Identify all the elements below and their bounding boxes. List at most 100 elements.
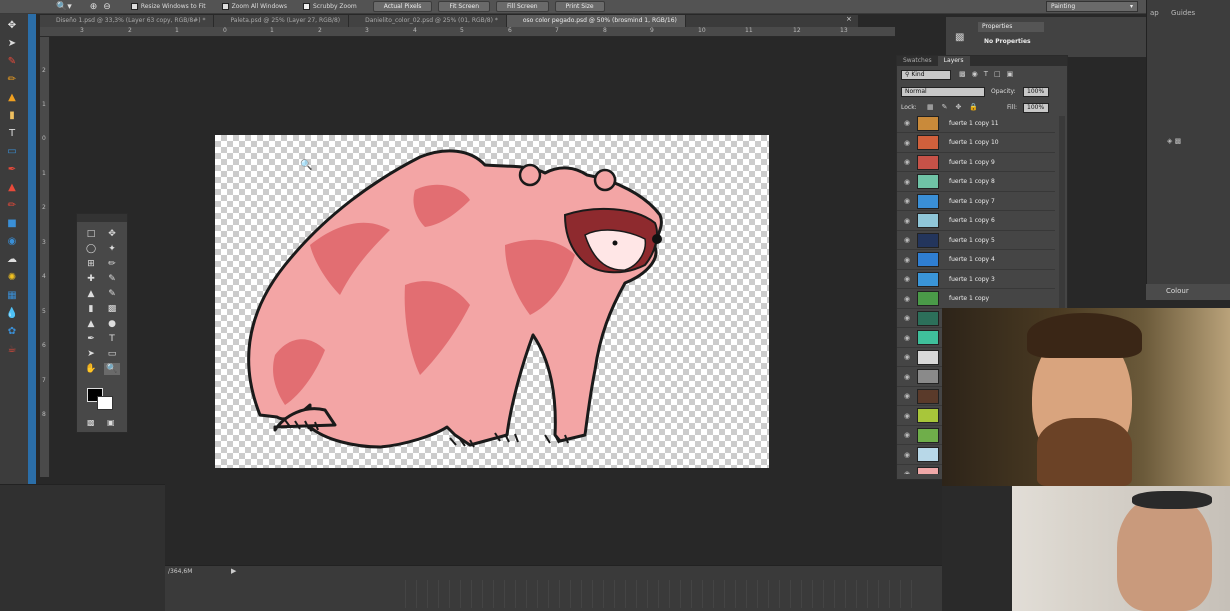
visibility-eye-icon[interactable]: ◉	[897, 236, 917, 244]
type-tool-icon[interactable]: T	[104, 333, 120, 345]
grid-icon[interactable]: ▦	[4, 288, 20, 302]
leaf-icon[interactable]: ✿	[4, 324, 20, 338]
eyedropper-icon[interactable]: ✏	[104, 258, 120, 270]
visibility-eye-icon[interactable]: ◉	[897, 139, 917, 147]
gradient-tool-icon[interactable]: ▩	[104, 303, 120, 315]
scrubby-zoom-checkbox[interactable]: Scrubby Zoom	[302, 3, 357, 10]
droplet-icon[interactable]: 💧	[4, 306, 20, 320]
zoom-tool-icon[interactable]: 🔍	[104, 363, 120, 375]
visibility-eye-icon[interactable]: ◉	[897, 431, 917, 439]
workspace-select[interactable]: Painting ▾	[1046, 1, 1138, 12]
visibility-eye-icon[interactable]: ◉	[897, 256, 917, 264]
eraser-tool-icon[interactable]: ▮	[83, 303, 99, 315]
tab-document-3[interactable]: Danielito_color_02.psd @ 25% (01, RGB/8)…	[349, 15, 507, 27]
pen-tool-icon[interactable]: ✒	[83, 333, 99, 345]
checkbox-box[interactable]	[221, 3, 229, 10]
visibility-eye-icon[interactable]: ◉	[897, 334, 917, 342]
blur-tool-icon[interactable]: ▲	[83, 318, 99, 330]
dock-icon[interactable]: ◈ ▩	[1167, 137, 1181, 145]
dodge-tool-icon[interactable]: ●	[104, 318, 120, 330]
quick-mask-icon[interactable]: ▩	[87, 418, 95, 427]
checkbox-box[interactable]	[130, 3, 138, 10]
healing-brush-icon[interactable]: ✚	[83, 273, 99, 285]
shape-tool-icon[interactable]: ▭	[104, 348, 120, 360]
tab-layers[interactable]: Layers	[937, 56, 970, 66]
layer-row[interactable]: ◉ fuerte 1 copy 10	[897, 134, 1055, 153]
layer-row[interactable]: ◉ fuerte 1 copy 7	[897, 192, 1055, 211]
play-icon[interactable]: ▶	[231, 567, 236, 575]
visibility-eye-icon[interactable]: ◉	[897, 178, 917, 186]
zoom-out-icon[interactable]: ⊖	[103, 2, 111, 12]
actual-pixels-button[interactable]: Actual Pixels	[372, 1, 433, 12]
dropper-icon[interactable]: ✏	[4, 198, 20, 212]
visibility-eye-icon[interactable]: ◉	[897, 353, 917, 361]
layer-row[interactable]: ◉ fuerte 1 copy 11	[897, 114, 1055, 133]
fill-field[interactable]: 100%	[1023, 103, 1049, 113]
pen-tool-icon[interactable]: ✒	[4, 162, 20, 176]
visibility-eye-icon[interactable]: ◉	[897, 451, 917, 459]
rectangle-tool-icon[interactable]: ▭	[4, 144, 20, 158]
opacity-field[interactable]: 100%	[1023, 87, 1049, 97]
visibility-eye-icon[interactable]: ◉	[897, 158, 917, 166]
colour-panel-tab[interactable]: Colour	[1146, 284, 1230, 300]
select-arrow-icon[interactable]: ➤	[4, 36, 20, 50]
blend-mode-select[interactable]: Normal	[901, 87, 985, 97]
clone-stamp-icon[interactable]: ▲	[83, 288, 99, 300]
eraser-icon[interactable]: ▮	[4, 108, 20, 122]
path-select-icon[interactable]: ➤	[83, 348, 99, 360]
crop-tool-icon[interactable]: ⊞	[83, 258, 99, 270]
bucket-icon[interactable]: ▲	[4, 180, 20, 194]
resize-windows-checkbox[interactable]: Resize Windows to Fit	[130, 3, 206, 10]
tab-document-1[interactable]: Diseño 1.psd @ 33,3% (Layer 63 copy, RGB…	[40, 15, 215, 27]
visibility-eye-icon[interactable]: ◉	[897, 119, 917, 127]
layer-row[interactable]: ◉ fuerte 1 copy 4	[897, 251, 1055, 270]
mug-icon[interactable]: ☕	[4, 342, 20, 356]
move-tool-icon[interactable]: ✥	[104, 228, 120, 240]
checkbox-box[interactable]	[302, 3, 310, 10]
type-tool-icon[interactable]: T	[4, 126, 20, 140]
tab-document-2[interactable]: Paleta.psd @ 25% (Layer 27, RGB/8)	[214, 15, 350, 27]
fill-screen-button[interactable]: Fill Screen	[496, 1, 549, 12]
adjust-icon[interactable]: ✺	[4, 270, 20, 284]
history-brush-icon[interactable]: ✎	[104, 288, 120, 300]
tab-document-4[interactable]: oso color pegado.psd @ 50% (brosmind 1, …	[506, 15, 686, 27]
brush-icon[interactable]: ✎	[4, 54, 20, 68]
adjust-panel-icon[interactable]: ▩	[955, 32, 964, 43]
document-canvas[interactable]	[215, 135, 769, 468]
visibility-eye-icon[interactable]: ◉	[897, 392, 917, 400]
screen-mode-icon[interactable]: ▣	[107, 418, 115, 427]
lasso-tool-icon[interactable]: ◯	[83, 243, 99, 255]
cloud-icon[interactable]: ☁	[4, 252, 20, 266]
visibility-eye-icon[interactable]: ◉	[897, 470, 917, 474]
visibility-eye-icon[interactable]: ◉	[897, 197, 917, 205]
tab-swatches[interactable]: Swatches	[897, 56, 938, 66]
filter-icons[interactable]: ▩◉T□▣	[959, 70, 1019, 78]
close-tab-icon[interactable]: ×	[846, 15, 852, 23]
layer-row[interactable]: ◉ fuerte 1 copy	[897, 290, 1055, 309]
hand-tool-icon[interactable]: ✋	[83, 363, 99, 375]
layer-row[interactable]: ◉ fuerte 1 copy 6	[897, 212, 1055, 231]
timeline-track[interactable]	[395, 580, 915, 608]
tab-properties[interactable]: Properties	[978, 22, 1044, 32]
zoom-all-checkbox[interactable]: Zoom All Windows	[221, 3, 287, 10]
visibility-eye-icon[interactable]: ◉	[897, 275, 917, 283]
fit-screen-button[interactable]: Fit Screen	[438, 1, 491, 12]
tab-guides[interactable]: Guides	[1171, 9, 1195, 17]
pencil-icon[interactable]: ✏	[4, 72, 20, 86]
brush-tool-icon[interactable]: ✎	[104, 273, 120, 285]
marquee-tool-icon[interactable]: □	[83, 228, 99, 240]
print-size-button[interactable]: Print Size	[554, 1, 605, 12]
layer-row[interactable]: ◉ fuerte 1 copy 9	[897, 153, 1055, 172]
kind-filter[interactable]: ⚲ Kind	[901, 70, 951, 80]
zoom-tool-icon[interactable]: 🔍▾	[56, 2, 72, 12]
tools-panel-header[interactable]	[77, 214, 127, 222]
layer-row[interactable]: ◉ fuerte 1 copy 5	[897, 231, 1055, 250]
globe-icon[interactable]: ◉	[4, 234, 20, 248]
move-tool-icon[interactable]: ✥	[4, 18, 20, 32]
stamp-icon[interactable]: ▲	[4, 90, 20, 104]
magic-wand-icon[interactable]: ✦	[104, 243, 120, 255]
visibility-eye-icon[interactable]: ◉	[897, 373, 917, 381]
tab-right-a[interactable]: ap	[1150, 9, 1159, 17]
layer-row[interactable]: ◉ fuerte 1 copy 3	[897, 270, 1055, 289]
visibility-eye-icon[interactable]: ◉	[897, 412, 917, 420]
